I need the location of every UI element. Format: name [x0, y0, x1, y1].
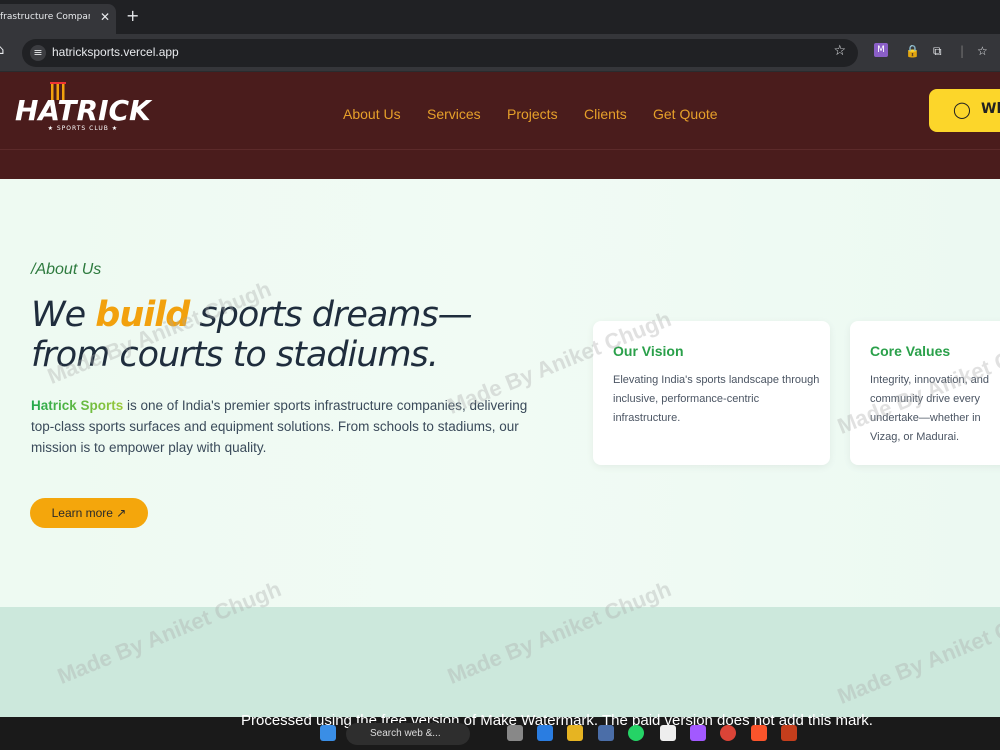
next-section — [0, 607, 1000, 717]
password-lock-icon[interactable]: 🔒 — [905, 44, 920, 58]
card-text: Integrity, innovation, and community dri… — [870, 374, 990, 443]
hero-headline: We build sports dreams— from courts to s… — [31, 295, 473, 375]
home-icon[interactable]: ⌂ — [0, 43, 4, 58]
about-section: /About Us We build sports dreams— from c… — [0, 179, 1000, 607]
chat-bubble-icon: ◯ — [953, 100, 971, 119]
vscode-icon[interactable] — [537, 725, 553, 741]
section-kicker: /About Us — [31, 261, 102, 278]
nav-projects[interactable]: Projects — [507, 106, 558, 122]
card-title: Our Vision — [613, 343, 684, 359]
headline-part-b: sports dreams— — [189, 295, 472, 335]
free-version-notice: Processed using the free version of Make… — [241, 712, 873, 729]
headline-part-c: from courts to stadiums. — [31, 335, 439, 375]
hatrick-logo[interactable]: HATRICK ★ SPORTS CLUB ★ — [15, 82, 151, 132]
browser-tab[interactable]: frastructure Company in ✕ — [0, 4, 116, 34]
address-bar[interactable]: ≡ hatricksports.vercel.app ☆ — [22, 39, 858, 67]
extension-m-icon[interactable]: M — [874, 43, 888, 57]
header-divider — [0, 149, 1000, 150]
app-icon[interactable] — [598, 725, 614, 741]
vision-card: Our Vision Elevating India's sports land… — [593, 321, 830, 465]
chrome-icon[interactable] — [720, 725, 736, 741]
bookmark-star-icon[interactable]: ☆ — [833, 43, 846, 59]
figma-icon[interactable] — [690, 725, 706, 741]
site-settings-icon[interactable]: ≡ — [30, 45, 46, 61]
url-text: hatricksports.vercel.app — [52, 45, 179, 59]
card-text: Elevating India's sports landscape throu… — [613, 374, 820, 424]
close-tab-icon[interactable]: ✕ — [100, 4, 110, 30]
headline-part-a: We — [31, 295, 96, 335]
brave-icon[interactable] — [751, 725, 767, 741]
extensions-puzzle-icon[interactable]: ⧉ — [933, 44, 942, 59]
tab-title: frastructure Company in — [0, 12, 90, 22]
browser-toolbar: ⌂ ≡ hatricksports.vercel.app ☆ M 🔒 ⧉ | ☆ — [0, 34, 1000, 72]
whatsapp-icon[interactable] — [628, 725, 644, 741]
core-values-card: Core Values Integrity, innovation, and c… — [850, 321, 1000, 465]
toolbar-divider: | — [960, 44, 965, 58]
logo-wordmark: HATRICK — [15, 94, 151, 127]
bookmarks-icon[interactable]: ☆ — [977, 44, 988, 58]
nav-services[interactable]: Services — [427, 106, 481, 122]
learn-more-button[interactable]: Learn more ↗ — [30, 498, 148, 528]
taskbar-search[interactable]: Search web &... — [346, 723, 470, 745]
whatsapp-label: Wh — [981, 101, 1000, 117]
nav-clients[interactable]: Clients — [584, 106, 627, 122]
whatsapp-button[interactable]: ◯ Wh — [929, 89, 1000, 132]
task-view-icon[interactable] — [507, 725, 523, 741]
brand-name: Hatrick Sports — [31, 398, 124, 413]
nav-about-us[interactable]: About Us — [343, 106, 401, 122]
about-description: Hatrick Sports is one of India's premier… — [31, 395, 531, 458]
card-title: Core Values — [870, 343, 951, 359]
cricket-stumps-icon — [50, 82, 66, 100]
nav-get-quote[interactable]: Get Quote — [653, 106, 718, 122]
headline-highlight: build — [95, 295, 190, 335]
site-header: HATRICK ★ SPORTS CLUB ★ About Us Service… — [0, 72, 1000, 179]
windows-start-icon[interactable] — [320, 725, 336, 741]
notion-icon[interactable] — [660, 725, 676, 741]
new-tab-button[interactable]: + — [126, 6, 139, 25]
powerpoint-icon[interactable] — [781, 725, 797, 741]
browser-tab-bar: frastructure Company in ✕ + — [0, 0, 1000, 34]
file-explorer-icon[interactable] — [567, 725, 583, 741]
